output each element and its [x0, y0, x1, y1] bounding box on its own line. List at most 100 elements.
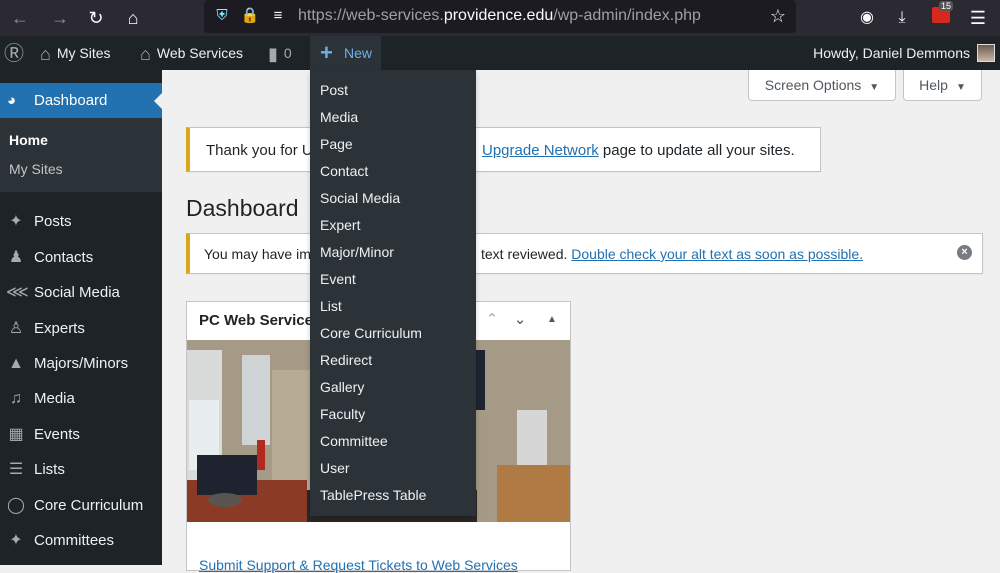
my-sites-menu[interactable]: ⌂ My Sites — [40, 36, 111, 70]
plus-icon: + — [320, 40, 333, 65]
move-down-icon[interactable]: ⌄ — [511, 310, 529, 328]
comment-icon: ▮ — [268, 44, 278, 65]
sidebar-item-events[interactable]: ▦ Events — [0, 417, 162, 452]
admin-sidebar: ◕ Dashboard Home My Sites ✦ Posts ♟ Contac… — [0, 70, 163, 565]
support-tickets-link[interactable]: Submit Support & Request Tickets to Web … — [199, 557, 518, 573]
pin-icon: ✦ — [9, 532, 23, 549]
expert-icon: ♙ — [8, 320, 24, 337]
new-gallery[interactable]: Gallery — [310, 374, 476, 401]
new-event[interactable]: Event — [310, 266, 476, 293]
caret-down-icon: ▼ — [869, 82, 880, 93]
widget-title: PC Web Services — [199, 312, 322, 329]
comments-count: 0 — [283, 45, 292, 61]
sidebar-item-label: Experts — [34, 320, 85, 337]
bookmark-star-icon[interactable]: ☆ — [768, 6, 788, 26]
new-media[interactable]: Media — [310, 104, 476, 131]
pocket-icon[interactable]: ◉ — [855, 6, 879, 30]
graduation-cap-icon: ▲ — [8, 355, 24, 372]
url-scheme: https://web-services. — [298, 7, 444, 24]
lock-icon[interactable]: 🔒 — [240, 6, 260, 26]
site-name-menu[interactable]: ⌂ Web Services — [140, 36, 243, 70]
new-page[interactable]: Page — [310, 131, 476, 158]
new-core-curriculum[interactable]: Core Curriculum — [310, 320, 476, 347]
wp-admin-bar: Ⓡ ⌂ My Sites ⌂ Web Services ▮ 0 + New Howdy… — [0, 36, 1000, 70]
home-icon: ⌂ — [140, 44, 151, 65]
sidebar-item-label: Lists — [34, 461, 65, 478]
shield-icon[interactable]: ⛨ — [212, 6, 232, 26]
sidebar-item-posts[interactable]: ✦ Posts — [0, 204, 162, 239]
browser-toolbar: ← → ↻ ⌂ ⛨ 🔒 ≡ https://web-services.provi… — [0, 0, 1000, 36]
url-path: /wp-admin/index.php — [553, 7, 701, 24]
my-sites-label: My Sites — [56, 45, 111, 61]
new-user[interactable]: User — [310, 455, 476, 482]
sidebar-item-label: Media — [34, 390, 75, 407]
page-title: Dashboard — [186, 195, 299, 221]
dismiss-notice-icon[interactable]: × — [957, 245, 972, 260]
list-icon: ☰ — [8, 461, 24, 478]
new-list[interactable]: List — [310, 293, 476, 320]
sidebar-item-committees[interactable]: ✦ Committees — [0, 523, 162, 558]
url-bar[interactable]: ⛨ 🔒 ≡ https://web-services.providence.ed… — [204, 0, 796, 33]
comments-menu[interactable]: ▮ 0 — [268, 36, 292, 70]
home-icon[interactable]: ⌂ — [121, 6, 145, 30]
reload-icon[interactable]: ↻ — [84, 6, 108, 30]
back-icon[interactable]: ← — [8, 6, 32, 30]
collapse-toggle-icon[interactable]: ▲ — [543, 314, 561, 325]
sidebar-item-contacts[interactable]: ♟ Contacts — [0, 240, 162, 275]
new-expert[interactable]: Expert — [310, 212, 476, 239]
sidebar-item-social-media[interactable]: ⋘ Social Media — [0, 275, 162, 310]
new-content-menu[interactable]: + New — [310, 36, 381, 70]
upgrade-network-link[interactable]: Upgrade Network — [482, 142, 599, 159]
sidebar-item-label: Contacts — [34, 249, 94, 266]
move-up-icon[interactable]: ⌃ — [483, 310, 501, 328]
screen-options-button[interactable]: Screen Options ▼ — [748, 70, 896, 101]
caret-down-icon: ▼ — [955, 82, 966, 93]
extension-badge-count: 15 — [939, 1, 954, 11]
submenu-my-sites[interactable]: My Sites — [9, 161, 63, 177]
notice-text: Thank you for U — [206, 142, 313, 159]
sidebar-item-label: Committees — [34, 532, 115, 549]
site-name-label: Web Services — [156, 45, 243, 61]
upgrade-notice-link-wrap: Upgrade Network page to update all your … — [482, 142, 795, 159]
new-social-media[interactable]: Social Media — [310, 185, 476, 212]
new-redirect[interactable]: Redirect — [310, 347, 476, 374]
new-post[interactable]: Post — [310, 77, 476, 104]
sidebar-item-experts[interactable]: ♙ Experts — [0, 311, 162, 346]
new-tablepress-table[interactable]: TablePress Table — [310, 482, 476, 509]
sidebar-item-dashboard[interactable]: ◕ Dashboard — [0, 83, 163, 118]
account-menu[interactable]: Howdy, Daniel Demmons — [813, 36, 970, 70]
alt-text-link[interactable]: Double check your alt text as soon as po… — [571, 246, 863, 262]
people-icon: ♟ — [8, 249, 24, 266]
help-button[interactable]: Help ▼ — [903, 70, 982, 101]
notice-text: You may have im — [204, 246, 311, 262]
alt-notice-text-rest: text reviewed. Double check your alt tex… — [481, 246, 863, 262]
submenu-home[interactable]: Home — [9, 132, 48, 148]
url-host: providence.edu — [443, 7, 554, 24]
sites-icon: ⌂ — [40, 44, 51, 65]
new-content-dropdown: Post Media Page Contact Social Media Exp… — [310, 70, 476, 516]
sidebar-item-majors-minors[interactable]: ▲ Majors/Minors — [0, 346, 162, 381]
notice-text: page to update all your sites. — [598, 142, 795, 159]
wordpress-logo-icon[interactable]: Ⓡ — [4, 36, 30, 70]
sidebar-item-label: Posts — [34, 213, 72, 230]
tag-icon: ◯ — [7, 497, 25, 514]
notice-text: text reviewed. — [481, 246, 572, 262]
avatar[interactable] — [977, 44, 995, 62]
sidebar-item-label: Social Media — [34, 284, 120, 301]
greeting: Howdy, Daniel Demmons — [813, 45, 970, 61]
downloads-icon[interactable]: ⤓ — [890, 6, 914, 30]
new-faculty[interactable]: Faculty — [310, 401, 476, 428]
url-text[interactable]: https://web-services.providence.edu/wp-a… — [298, 7, 701, 25]
sidebar-item-core-curriculum[interactable]: ◯ Core Curriculum — [0, 488, 162, 523]
menu-icon[interactable]: ☰ — [966, 6, 990, 30]
alt-notice-text: You may have im — [204, 246, 311, 262]
new-contact[interactable]: Contact — [310, 158, 476, 185]
permissions-icon[interactable]: ≡ — [268, 6, 288, 26]
sidebar-item-lists[interactable]: ☰ Lists — [0, 452, 162, 487]
sidebar-item-label: Events — [34, 426, 80, 443]
sidebar-item-media[interactable]: ♫ Media — [0, 381, 162, 416]
sidebar-item-label: Core Curriculum — [34, 497, 144, 514]
forward-icon[interactable]: → — [48, 6, 72, 30]
new-committee[interactable]: Committee — [310, 428, 476, 455]
new-major-minor[interactable]: Major/Minor — [310, 239, 476, 266]
